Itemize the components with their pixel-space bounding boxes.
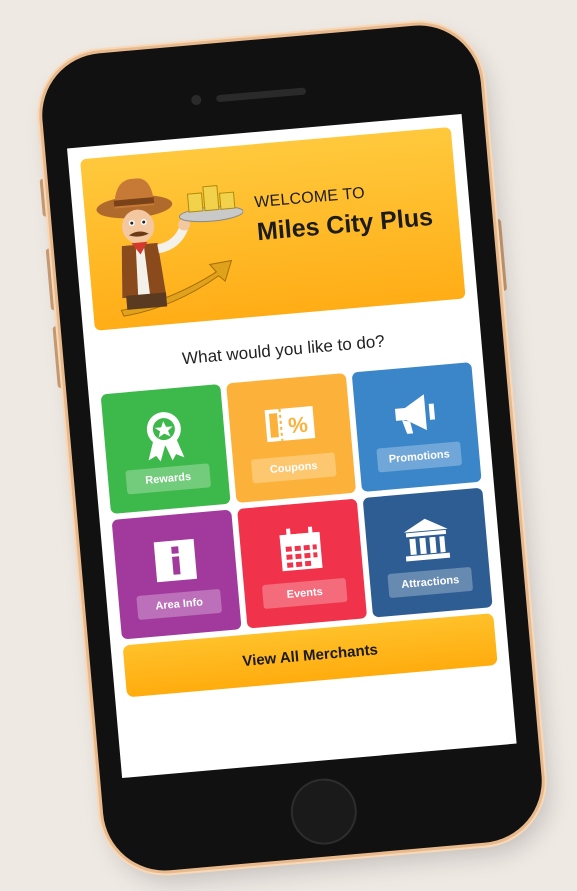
- cowboy-mascot-icon: [96, 178, 244, 317]
- phone-mockup: WELCOME TO Miles City Plus What would yo…: [37, 20, 547, 876]
- tile-attractions[interactable]: Attractions: [362, 487, 493, 618]
- landmark-building-icon: [403, 518, 451, 562]
- welcome-banner: WELCOME TO Miles City Plus: [80, 126, 466, 331]
- app-screen: WELCOME TO Miles City Plus What would yo…: [67, 113, 517, 779]
- tile-events-label: Events: [261, 577, 348, 610]
- tile-attractions-label: Attractions: [387, 566, 474, 599]
- tile-rewards[interactable]: Rewards: [100, 384, 231, 515]
- tile-rewards-label: Rewards: [125, 463, 212, 495]
- tile-promotions-label: Promotions: [376, 441, 463, 473]
- welcome-label: WELCOME TO: [253, 184, 366, 212]
- calendar-icon: [279, 526, 323, 572]
- coupon-percent-icon: %: [264, 406, 316, 443]
- tile-area-info-label: Area Info: [136, 588, 223, 621]
- ribbon-award-icon: [146, 412, 185, 462]
- tile-events[interactable]: Events: [237, 498, 368, 629]
- tile-coupons-label: Coupons: [250, 452, 337, 484]
- info-icon: [153, 538, 198, 583]
- svg-text:%: %: [287, 412, 309, 439]
- tile-promotions[interactable]: Promotions: [351, 362, 482, 493]
- action-grid: Rewards % Coupons Promotions Area Info E…: [100, 362, 493, 640]
- megaphone-icon: [394, 394, 436, 434]
- tile-area-info[interactable]: Area Info: [111, 509, 242, 640]
- tile-coupons[interactable]: % Coupons: [226, 373, 357, 504]
